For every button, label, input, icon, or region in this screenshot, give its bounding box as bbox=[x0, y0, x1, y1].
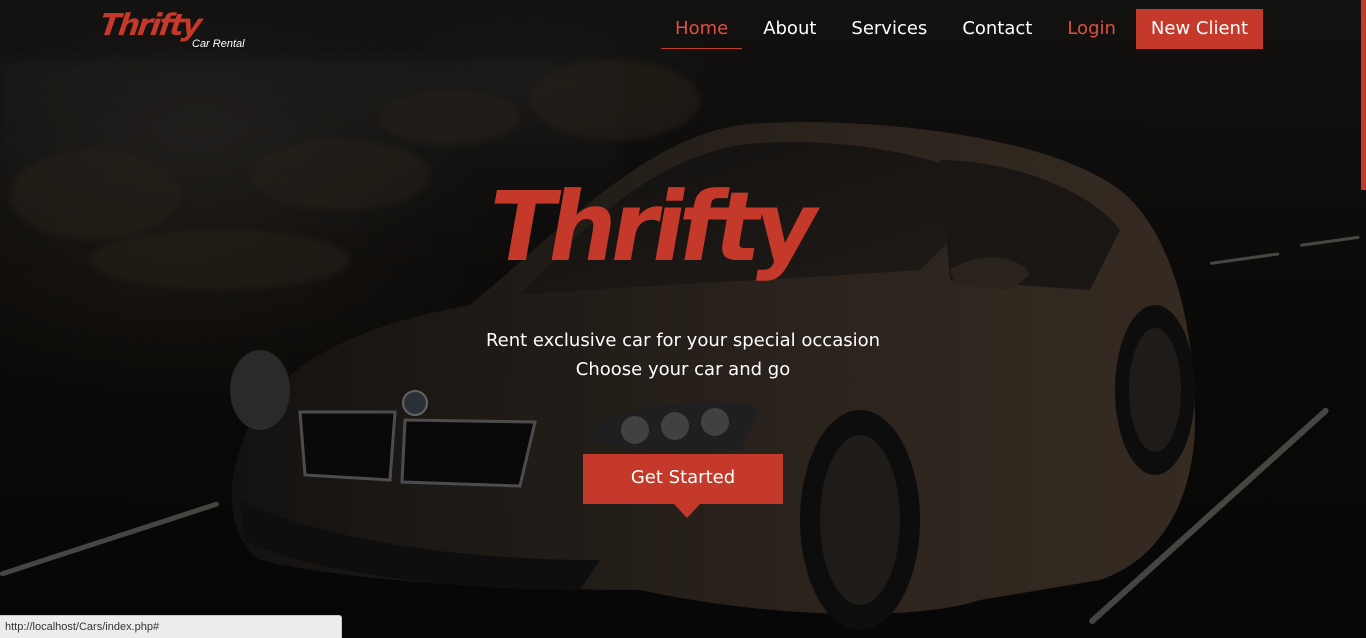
nav-about[interactable]: About bbox=[749, 9, 830, 49]
get-started-button[interactable]: Get Started bbox=[583, 454, 783, 504]
nav-services[interactable]: Services bbox=[837, 9, 941, 49]
hero-headline: Rent exclusive car for your special occa… bbox=[485, 330, 881, 351]
logo-wordmark: Thrifty bbox=[97, 8, 203, 43]
nav-login[interactable]: Login bbox=[1053, 9, 1130, 49]
main-nav: Home About Services Contact Login New Cl… bbox=[654, 9, 1263, 49]
scrollbar-thumb[interactable] bbox=[1361, 0, 1366, 190]
hero-logo-wordmark: Thrifty bbox=[480, 171, 823, 283]
cta-arrow-icon bbox=[674, 504, 700, 518]
hero-logo: Thrifty bbox=[480, 171, 890, 317]
new-client-button[interactable]: New Client bbox=[1135, 9, 1263, 49]
logo-tagline: Car Rental bbox=[192, 38, 245, 50]
browser-status-url: http://localhost/Cars/index.php# bbox=[0, 615, 342, 638]
nav-home[interactable]: Home bbox=[661, 9, 743, 49]
nav-contact[interactable]: Contact bbox=[948, 9, 1046, 49]
hero-subheadline: Choose your car and go bbox=[575, 359, 791, 380]
brand-logo[interactable]: Thrifty Car Rental bbox=[97, 8, 250, 56]
page: Thrifty Car Rental Home About Services C… bbox=[0, 0, 1366, 638]
